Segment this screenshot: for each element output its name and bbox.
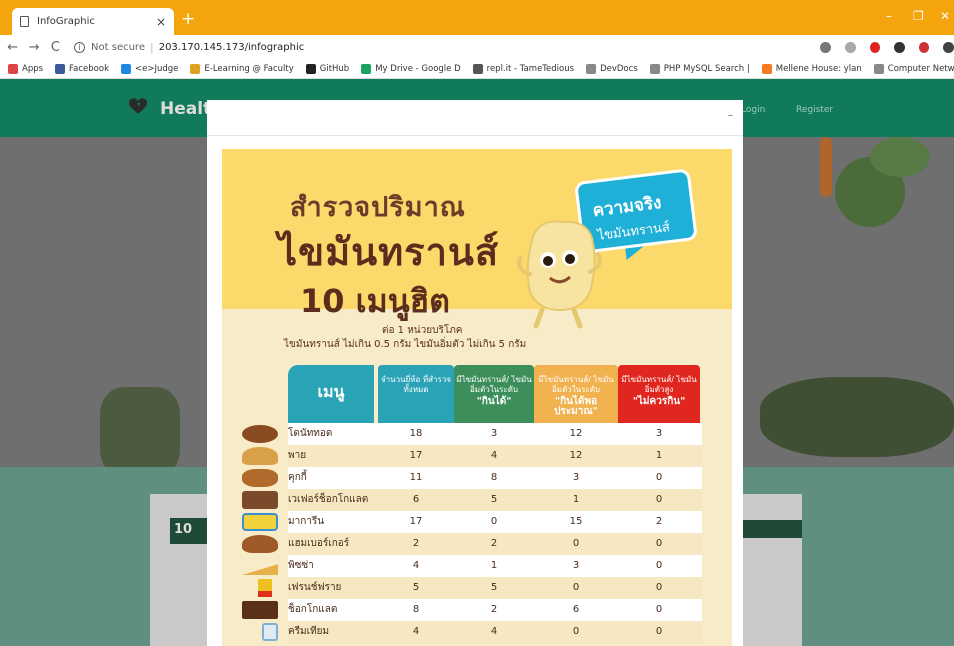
- web-page: Healt Login Register 10 – สำรวจปริมาณ ไข…: [0, 79, 954, 646]
- bookmark-item[interactable]: Apps: [8, 64, 43, 74]
- tab-title: InfoGraphic: [37, 16, 95, 27]
- table-row: เวเฟอร์ช็อกโกแลต 6 5 1 0: [242, 489, 702, 511]
- table-header: เมนู จำนวนยี่ห้อ ที่สำรวจ ทั้งหมด มีไขมั…: [288, 365, 702, 423]
- new-tab-button[interactable]: +: [181, 9, 195, 29]
- infographic-title-line2: ไขมันทรานส์: [278, 230, 500, 274]
- carrot-image: [820, 137, 832, 197]
- reload-button[interactable]: C: [47, 40, 64, 55]
- security-label: Not secure: [91, 42, 145, 53]
- table-row: เฟรนช์ฟราย 5 5 0 0: [258, 577, 702, 599]
- infographic-subtitle: ต่อ 1 หน่วยบริโภค: [382, 325, 463, 336]
- tab-strip: InfoGraphic × + – ❐ ✕: [0, 0, 954, 35]
- table-row: ครีมเทียม 4 4 0 0: [262, 621, 702, 643]
- content-card: [735, 494, 802, 646]
- divider: |: [149, 41, 154, 54]
- url-text[interactable]: 203.170.145.173/infographic: [159, 42, 305, 53]
- bookmark-item[interactable]: repl.it - TameTedious: [472, 64, 574, 74]
- table-row: ช็อกโกแลต 8 2 6 0: [242, 599, 702, 621]
- bookmark-item[interactable]: Computer Networks: [873, 64, 954, 74]
- bookmarks-bar: Apps Facebook <e>Judge E-Learning @ Facu…: [0, 60, 954, 79]
- page-icon: [649, 64, 660, 74]
- cucumber-image: [870, 137, 930, 177]
- bookmark-item[interactable]: Mellene House: ylan: [761, 64, 862, 74]
- back-button[interactable]: ←: [4, 40, 21, 55]
- star-icon[interactable]: [844, 42, 856, 53]
- chocolate-icon: [242, 601, 278, 619]
- facebook-icon: [55, 64, 66, 74]
- devdocs-icon: [586, 64, 597, 74]
- pinterest-icon[interactable]: [869, 42, 881, 53]
- tab-close-icon[interactable]: ×: [156, 15, 166, 29]
- replit-icon: [472, 64, 483, 74]
- creamer-icon: [262, 623, 278, 641]
- address-bar-row: ← → C i Not secure | 203.170.145.173/inf…: [0, 35, 954, 60]
- table-row: พาย 17 4 12 1: [242, 445, 702, 467]
- avatar[interactable]: [943, 42, 954, 53]
- bookmark-item[interactable]: My Drive - Google D: [361, 64, 461, 74]
- table-row: มาการีน 17 0 15 2: [242, 511, 702, 533]
- minimize-button[interactable]: –: [886, 9, 892, 23]
- google-drive-icon: [361, 64, 372, 74]
- close-window-button[interactable]: ✕: [940, 9, 950, 23]
- herb-image: [760, 377, 954, 457]
- bookmark-item[interactable]: GitHub: [305, 64, 349, 74]
- maximize-button[interactable]: ❐: [913, 9, 924, 23]
- infographic-subtitle-detail: ไขมันทรานส์ ไม่เกิน 0.5 กรัม ไขมันอิ่มตั…: [284, 339, 527, 350]
- header-moderate: มีไขมันทรานส์/ ไขมันอิ่มตัวในระดับ "กินไ…: [534, 365, 618, 423]
- elearning-icon: [190, 64, 201, 74]
- hamburger-icon: [242, 535, 278, 553]
- table-row: โดนัททอด 18 3 12 3: [242, 423, 702, 445]
- site-brand[interactable]: Healt: [160, 99, 211, 119]
- apps-icon: [8, 64, 18, 74]
- login-link[interactable]: Login: [741, 105, 765, 115]
- table-row: แฮมเบอร์เกอร์ 2 2 0 0: [242, 533, 702, 555]
- heart-logo-icon: [129, 98, 147, 114]
- table-row: คุกกี้ 11 8 3 0: [242, 467, 702, 489]
- page-icon: [873, 64, 884, 74]
- trans-fat-table: เมนู จำนวนยี่ห้อ ที่สำรวจ ทั้งหมด มีไขมั…: [242, 365, 702, 643]
- modal-close-button[interactable]: –: [728, 110, 733, 121]
- browser-tab[interactable]: InfoGraphic ×: [12, 8, 174, 35]
- wafer-icon: [242, 491, 278, 509]
- herb-image: [100, 387, 180, 477]
- extension-icon[interactable]: [894, 42, 905, 53]
- translate-icon[interactable]: [820, 42, 831, 53]
- mascot-icon: [517, 220, 602, 329]
- judge-icon: [121, 64, 131, 74]
- infographic-title-line3: 10 เมนูฮิต: [300, 282, 450, 320]
- margarine-icon: [242, 513, 278, 531]
- header-avoid: มีไขมันทรานส์/ ไขมันอิ่มตัวสูง "ไม่ควรกิ…: [618, 365, 700, 423]
- cookie-icon: [242, 469, 278, 487]
- info-icon[interactable]: i: [74, 42, 86, 53]
- pie-icon: [242, 447, 278, 465]
- infographic-modal: – สำรวจปริมาณ ไขมันทรานส์ 10 เมนูฮิต ต่อ…: [207, 100, 743, 646]
- bookmark-item[interactable]: Facebook: [55, 64, 109, 74]
- header-menu: เมนู: [288, 365, 374, 423]
- bookmark-item[interactable]: DevDocs: [586, 64, 638, 74]
- page-icon: [20, 16, 29, 27]
- donut-icon: [242, 425, 278, 443]
- forward-button[interactable]: →: [25, 40, 42, 55]
- bookmark-item[interactable]: E-Learning @ Faculty: [190, 64, 294, 74]
- bookmark-item[interactable]: <e>Judge: [121, 64, 178, 74]
- table-row: พิซซ่า 4 1 3 0: [242, 555, 702, 577]
- register-link[interactable]: Register: [796, 105, 833, 115]
- modal-header: –: [207, 100, 743, 136]
- card-heading-bar: [735, 520, 802, 538]
- fries-icon: [258, 579, 272, 597]
- github-icon: [305, 64, 316, 74]
- header-ok: มีไขมันทรานส์/ ไขมันอิ่มตัวในระดับ "กินไ…: [454, 365, 534, 423]
- header-total: จำนวนยี่ห้อ ที่สำรวจ ทั้งหมด: [378, 365, 454, 423]
- infographic-image: สำรวจปริมาณ ไขมันทรานส์ 10 เมนูฮิต ต่อ 1…: [222, 149, 732, 646]
- blogger-icon: [761, 64, 772, 74]
- omnibox[interactable]: i Not secure | 203.170.145.173/infograph…: [74, 38, 806, 58]
- bookmark-item[interactable]: PHP MySQL Search |: [649, 64, 750, 74]
- adblock-icon[interactable]: [918, 42, 930, 53]
